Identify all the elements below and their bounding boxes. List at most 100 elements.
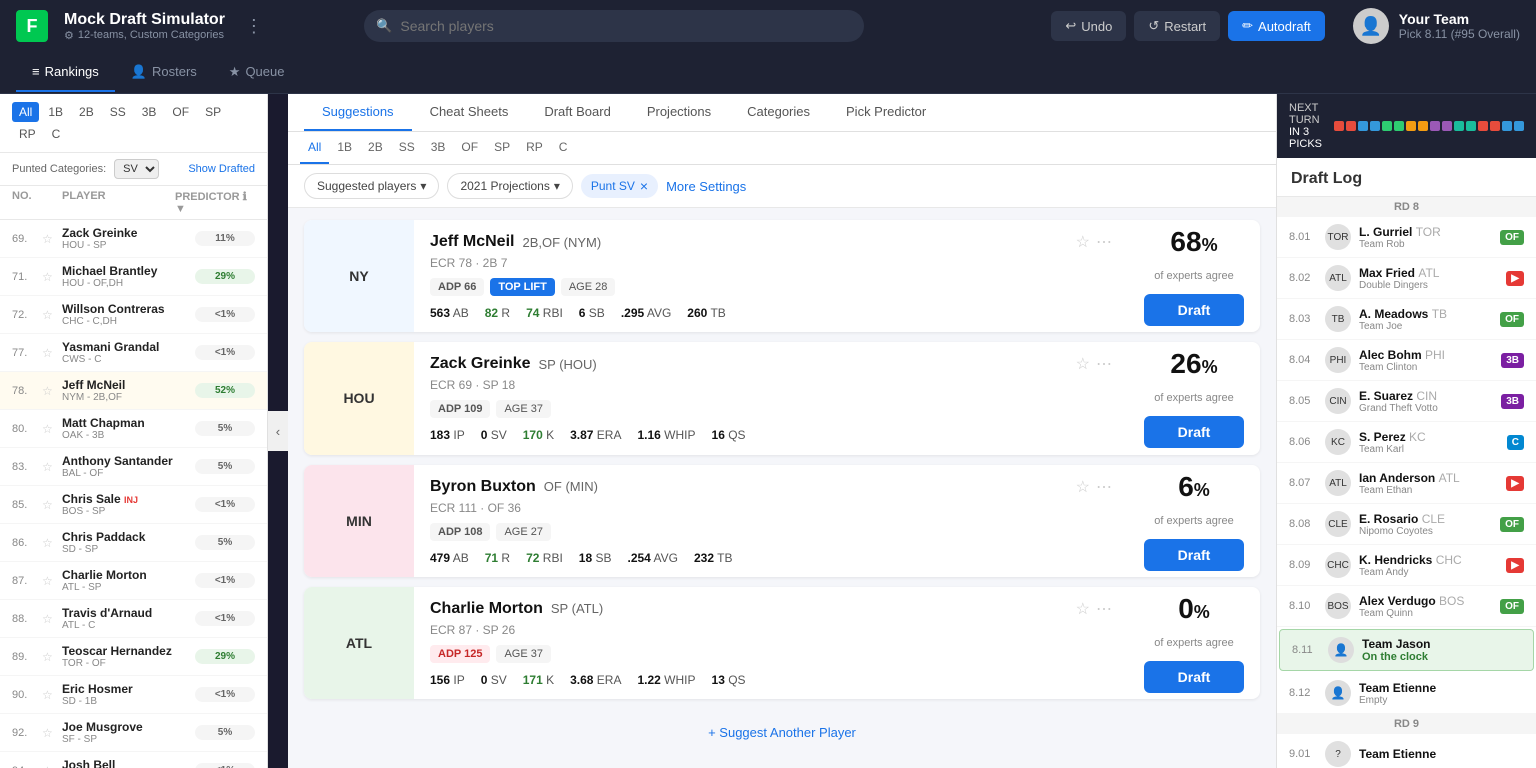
draft-row: 9.01 ? Team Etienne <box>1277 734 1536 768</box>
player-row[interactable]: 77. ☆ Yasmani Grandal CWS - C <1% <box>0 334 267 372</box>
more-options-icon[interactable]: ⋯ <box>1096 477 1112 497</box>
favorite-icon[interactable]: ☆ <box>1076 599 1090 619</box>
star-icon[interactable]: ☆ <box>42 498 62 512</box>
player-row[interactable]: 87. ☆ Charlie Morton ATL - SP <1% <box>0 562 267 600</box>
player-row[interactable]: 89. ☆ Teoscar Hernandez TOR - OF 29% <box>0 638 267 676</box>
restart-button[interactable]: ↺ Restart <box>1134 11 1220 41</box>
star-icon[interactable]: ☆ <box>42 460 62 474</box>
stat-k: 170 K <box>523 428 554 442</box>
star-icon[interactable]: ☆ <box>42 422 62 436</box>
star-icon[interactable]: ☆ <box>42 612 62 626</box>
card-avatar: NY <box>304 220 414 332</box>
star-icon[interactable]: ☆ <box>42 308 62 322</box>
collapse-sidebar-button[interactable]: ‹ <box>268 411 288 451</box>
predictor-badge: <1% <box>195 763 255 768</box>
punt-sv-remove-button[interactable]: × <box>640 178 648 194</box>
player-row[interactable]: 90. ☆ Eric Hosmer SD - 1B <1% <box>0 676 267 714</box>
tab-projections[interactable]: Projections <box>629 94 729 131</box>
player-row[interactable]: 94. ☆ Josh Bell WSH - 1B,DH <1% <box>0 752 267 768</box>
tab-cheat-sheets[interactable]: Cheat Sheets <box>412 94 527 131</box>
favorite-icon[interactable]: ☆ <box>1076 354 1090 374</box>
pos-btn-2b[interactable]: 2B <box>72 102 101 122</box>
star-icon[interactable]: ☆ <box>42 650 62 664</box>
player-row[interactable]: 86. ☆ Chris Paddack SD - SP 5% <box>0 524 267 562</box>
draft-button[interactable]: Draft <box>1144 661 1244 693</box>
your-team-name: Your Team <box>1399 11 1520 27</box>
player-row[interactable]: 72. ☆ Willson Contreras CHC - C,DH <1% <box>0 296 267 334</box>
tab-suggestions[interactable]: Suggestions <box>304 94 412 131</box>
draft-button[interactable]: Draft <box>1144 416 1244 448</box>
favorite-icon[interactable]: ☆ <box>1076 477 1090 497</box>
pos-filter-c[interactable]: C <box>551 132 576 164</box>
star-icon[interactable]: ☆ <box>42 688 62 702</box>
col-predictor: PREDICTOR ℹ ▼ <box>175 190 255 215</box>
star-icon[interactable]: ☆ <box>42 384 62 398</box>
pos-filter-1b[interactable]: 1B <box>329 132 360 164</box>
draft-player-name: S. Perez KC <box>1359 430 1499 444</box>
pos-filter-sp[interactable]: SP <box>486 132 518 164</box>
card-player-name: Charlie Morton <box>430 600 543 618</box>
more-options-icon[interactable]: ⋯ <box>1096 354 1112 374</box>
suggest-more[interactable]: + Suggest Another Player <box>304 709 1260 756</box>
player-row[interactable]: 85. ☆ Chris Sale INJ BOS - SP <1% <box>0 486 267 524</box>
player-row[interactable]: 80. ☆ Matt Chapman OAK - 3B 5% <box>0 410 267 448</box>
nav-tab-queue[interactable]: ★ Queue <box>213 54 301 92</box>
pos-btn-of[interactable]: OF <box>165 102 196 122</box>
draft-button[interactable]: Draft <box>1144 539 1244 571</box>
pos-btn-ss[interactable]: SS <box>103 102 133 122</box>
projections-dropdown[interactable]: 2021 Projections ▾ <box>447 173 572 199</box>
pos-btn-1b[interactable]: 1B <box>41 102 70 122</box>
star-icon[interactable]: ☆ <box>42 726 62 740</box>
player-row[interactable]: 69. ☆ Zack Greinke HOU - SP 11% <box>0 220 267 258</box>
pos-filter-rp[interactable]: RP <box>518 132 551 164</box>
turn-dot <box>1466 121 1476 131</box>
star-icon[interactable]: ☆ <box>42 536 62 550</box>
player-row[interactable]: 83. ☆ Anthony Santander BAL - OF 5% <box>0 448 267 486</box>
autodraft-button[interactable]: ✏ Autodraft <box>1228 11 1325 41</box>
turn-dot <box>1382 121 1392 131</box>
tab-categories[interactable]: Categories <box>729 94 828 131</box>
pos-filter-all[interactable]: All <box>300 132 329 164</box>
star-icon[interactable]: ☆ <box>42 764 62 768</box>
stat-ip: 183 IP <box>430 428 465 442</box>
pos-btn-sp[interactable]: SP <box>198 102 228 122</box>
star-icon[interactable]: ☆ <box>42 574 62 588</box>
pos-btn-rp[interactable]: RP <box>12 124 43 144</box>
undo-button[interactable]: ↩ Undo <box>1051 11 1126 41</box>
predictor-badge: 52% <box>195 383 255 398</box>
pos-filter-ss[interactable]: SS <box>391 132 423 164</box>
draft-player-info: K. Hendricks CHC Team Andy <box>1359 553 1498 578</box>
favorite-icon[interactable]: ☆ <box>1076 232 1090 252</box>
player-row[interactable]: 71. ☆ Michael Brantley HOU - OF,DH 29% <box>0 258 267 296</box>
player-row[interactable]: 88. ☆ Travis d'Arnaud ATL - C <1% <box>0 600 267 638</box>
more-options-icon[interactable]: ⋯ <box>1096 599 1112 619</box>
more-settings-button[interactable]: More Settings <box>666 179 746 194</box>
star-icon[interactable]: ☆ <box>42 270 62 284</box>
suggested-players-dropdown[interactable]: Suggested players ▾ <box>304 173 439 199</box>
pos-btn-all[interactable]: All <box>12 102 39 122</box>
star-icon[interactable]: ☆ <box>42 346 62 360</box>
pos-filter-2b[interactable]: 2B <box>360 132 391 164</box>
tab-pick-predictor[interactable]: Pick Predictor <box>828 94 944 131</box>
pos-filter-of[interactable]: OF <box>453 132 486 164</box>
player-row[interactable]: 78. ☆ Jeff McNeil NYM - 2B,OF 52% <box>0 372 267 410</box>
turn-dot <box>1370 121 1380 131</box>
tab-draft-board[interactable]: Draft Board <box>526 94 628 131</box>
more-options-icon[interactable]: ⋮ <box>245 16 263 37</box>
pos-filter-3b[interactable]: 3B <box>423 132 454 164</box>
star-icon[interactable]: ☆ <box>42 232 62 246</box>
punted-select[interactable]: SV <box>114 159 159 179</box>
player-row[interactable]: 92. ☆ Joe Musgrove SF - SP 5% <box>0 714 267 752</box>
search-input[interactable] <box>364 10 864 42</box>
nav-tab-rankings[interactable]: ≡ Rankings <box>16 54 115 92</box>
stat-sb: 18 SB <box>579 551 612 565</box>
draft-player-avatar: KC <box>1325 429 1351 455</box>
pos-btn-3b[interactable]: 3B <box>135 102 164 122</box>
more-options-icon[interactable]: ⋯ <box>1096 232 1112 252</box>
pos-btn-c[interactable]: C <box>45 124 68 144</box>
draft-player-name: Alex Verdugo BOS <box>1359 594 1492 608</box>
show-drafted-button[interactable]: Show Drafted <box>188 163 255 175</box>
nav-tab-rosters[interactable]: 👤 Rosters <box>115 54 213 92</box>
draft-button[interactable]: Draft <box>1144 294 1244 326</box>
player-info: Teoscar Hernandez TOR - OF <box>62 644 195 669</box>
